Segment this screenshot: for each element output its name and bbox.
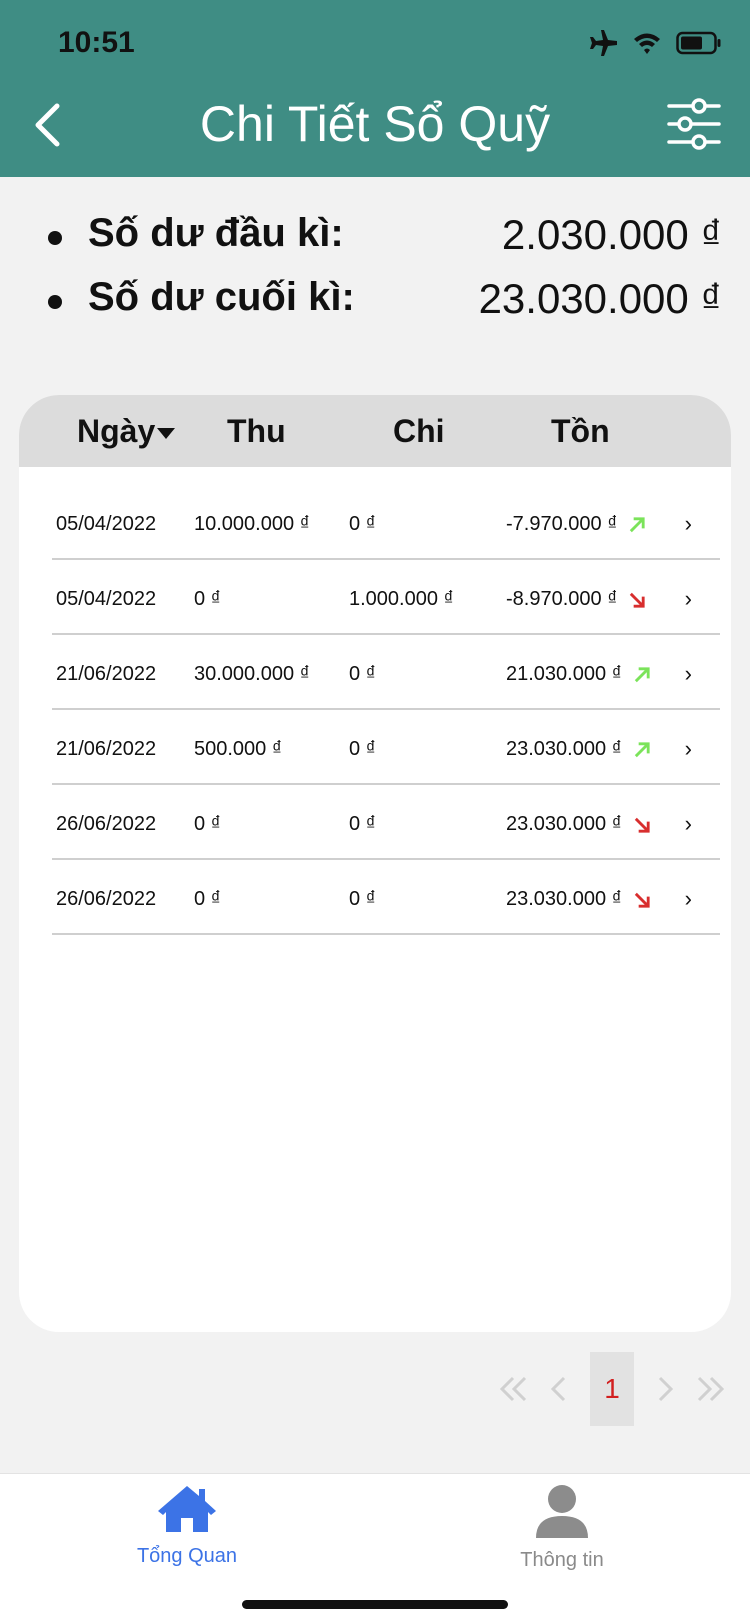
row-balance: 23.030.000 ₫	[506, 738, 652, 761]
opening-balance: Số dư đầu kì: 2.030.000 ₫	[0, 205, 750, 269]
row-expense: 0 ₫	[349, 663, 376, 685]
chevron-right-icon: ›	[684, 661, 692, 686]
airplane-icon	[590, 30, 617, 56]
row-expense: 1.000.000 ₫	[349, 588, 454, 610]
last-page-button[interactable]	[688, 1352, 732, 1426]
status-time: 10:51	[58, 26, 135, 59]
table-row[interactable]: 05/04/2022 0 ₫ 1.000.000 ₫ -8.970.000 ₫ ›	[52, 560, 720, 635]
cashbook-table: Ngày Thu Chi Tồn 05/04/2022 10.000.000 ₫ 0…	[19, 395, 731, 1332]
wifi-icon	[634, 33, 660, 54]
opening-balance-value: 2.030.000 ₫	[501, 211, 722, 258]
table-row[interactable]: 26/06/2022 0 ₫ 0 ₫ 23.030.000 ₫ ›	[52, 785, 720, 860]
page-title: Chi Tiết Sổ Quỹ	[199, 96, 551, 152]
double-chevron-left-icon	[499, 1376, 527, 1402]
closing-balance-value: 23.030.000 ₫	[478, 275, 722, 322]
table-row[interactable]: 26/06/2022 0 ₫ 0 ₫ 23.030.000 ₫ ›	[52, 860, 720, 935]
column-date-header[interactable]: Ngày	[77, 413, 176, 450]
bullet	[48, 231, 62, 245]
row-balance: -8.970.000 ₫	[506, 588, 647, 611]
bullet	[48, 295, 62, 309]
column-expense-header: Chi	[393, 413, 445, 449]
row-date: 21/06/2022	[56, 738, 157, 760]
row-expense: 0 ₫	[349, 513, 376, 535]
row-income: 10.000.000 ₫	[194, 513, 310, 535]
column-balance-header: Tồn	[551, 413, 610, 449]
table-header: Ngày Thu Chi Tồn	[19, 395, 731, 467]
page-button-current[interactable]: 1	[590, 1352, 634, 1426]
row-income: 0 ₫	[194, 888, 221, 910]
row-date: 26/06/2022	[56, 813, 157, 835]
chevron-right-icon: ›	[684, 886, 692, 911]
closing-balance-label: Số dư cuối kì:	[88, 275, 355, 319]
tab-overview[interactable]: Tổng Quan	[87, 1484, 287, 1568]
row-balance-value: 23.030.000 ₫	[506, 738, 622, 760]
row-expense: 0 ₫	[349, 813, 376, 835]
chevron-right-icon: ›	[684, 811, 692, 836]
row-income: 0 ₫	[194, 588, 221, 610]
row-income: 30.000.000 ₫	[194, 663, 310, 685]
trend-down-icon	[634, 817, 650, 833]
row-expense: 0 ₫	[349, 738, 376, 760]
filter-button[interactable]	[666, 96, 722, 152]
balance-summary: Số dư đầu kì: 2.030.000 ₫ Số dư cuối kì:…	[0, 205, 750, 333]
chevron-right-icon: ›	[684, 586, 692, 611]
row-balance: 23.030.000 ₫	[506, 813, 652, 836]
row-balance: -7.970.000 ₫	[506, 513, 647, 536]
table-row[interactable]: 21/06/2022 500.000 ₫ 0 ₫ 23.030.000 ₫ ›	[52, 710, 720, 785]
prev-page-button[interactable]	[536, 1352, 580, 1426]
row-income: 500.000 ₫	[194, 738, 283, 760]
opening-balance-label: Số dư đầu kì:	[88, 211, 344, 255]
table-row[interactable]: 05/04/2022 10.000.000 ₫ 0 ₫ -7.970.000 ₫ ›	[52, 485, 720, 560]
row-balance-value: 23.030.000 ₫	[506, 813, 622, 835]
sort-down-icon	[157, 428, 176, 440]
sliders-icon	[667, 98, 721, 150]
row-date: 21/06/2022	[56, 663, 157, 685]
double-chevron-right-icon	[697, 1376, 725, 1402]
row-date: 26/06/2022	[56, 888, 157, 910]
first-page-button[interactable]	[492, 1352, 536, 1426]
row-balance-value: -8.970.000 ₫	[506, 588, 618, 610]
chevron-left-icon	[550, 1376, 566, 1402]
user-icon	[536, 1485, 588, 1538]
row-balance-value: 21.030.000 ₫	[506, 663, 622, 685]
tab-overview-label: Tổng Quan	[136, 1545, 238, 1567]
trend-down-icon	[630, 592, 646, 608]
closing-balance: Số dư cuối kì: 23.030.000 ₫	[0, 269, 750, 333]
table-body: 05/04/2022 10.000.000 ₫ 0 ₫ -7.970.000 ₫ › 05…	[52, 485, 720, 935]
home-indicator	[242, 1600, 508, 1609]
tab-info[interactable]: Thông tin	[462, 1484, 662, 1572]
row-balance: 23.030.000 ₫	[506, 888, 652, 911]
home-icon	[158, 1486, 216, 1532]
row-balance-value: 23.030.000 ₫	[506, 888, 622, 910]
row-balance-value: -7.970.000 ₫	[506, 513, 618, 535]
trend-up-icon	[634, 741, 650, 757]
chevron-right-icon: ›	[684, 511, 692, 536]
row-date: 05/04/2022	[56, 588, 157, 610]
column-income-header: Thu	[227, 413, 286, 449]
next-page-button[interactable]	[644, 1352, 688, 1426]
chevron-right-icon: ›	[684, 736, 692, 761]
row-balance: 21.030.000 ₫	[506, 663, 652, 686]
trend-down-icon	[634, 892, 650, 908]
trend-up-icon	[634, 666, 650, 682]
row-date: 05/04/2022	[56, 513, 157, 535]
battery-icon	[676, 31, 721, 55]
column-date-label: Ngày	[77, 413, 156, 449]
row-income: 0 ₫	[194, 813, 221, 835]
status-icons	[588, 30, 722, 56]
trend-up-icon	[630, 516, 646, 532]
row-expense: 0 ₫	[349, 888, 376, 910]
table-row[interactable]: 21/06/2022 30.000.000 ₫ 0 ₫ 21.030.000 ₫ ›	[52, 635, 720, 710]
pagination: 1	[492, 1352, 732, 1426]
app-header: 10:51 Chi Tiết Sổ Quỹ	[0, 0, 750, 177]
chevron-right-icon	[658, 1376, 674, 1402]
tab-info-label: Thông tin	[520, 1549, 604, 1571]
